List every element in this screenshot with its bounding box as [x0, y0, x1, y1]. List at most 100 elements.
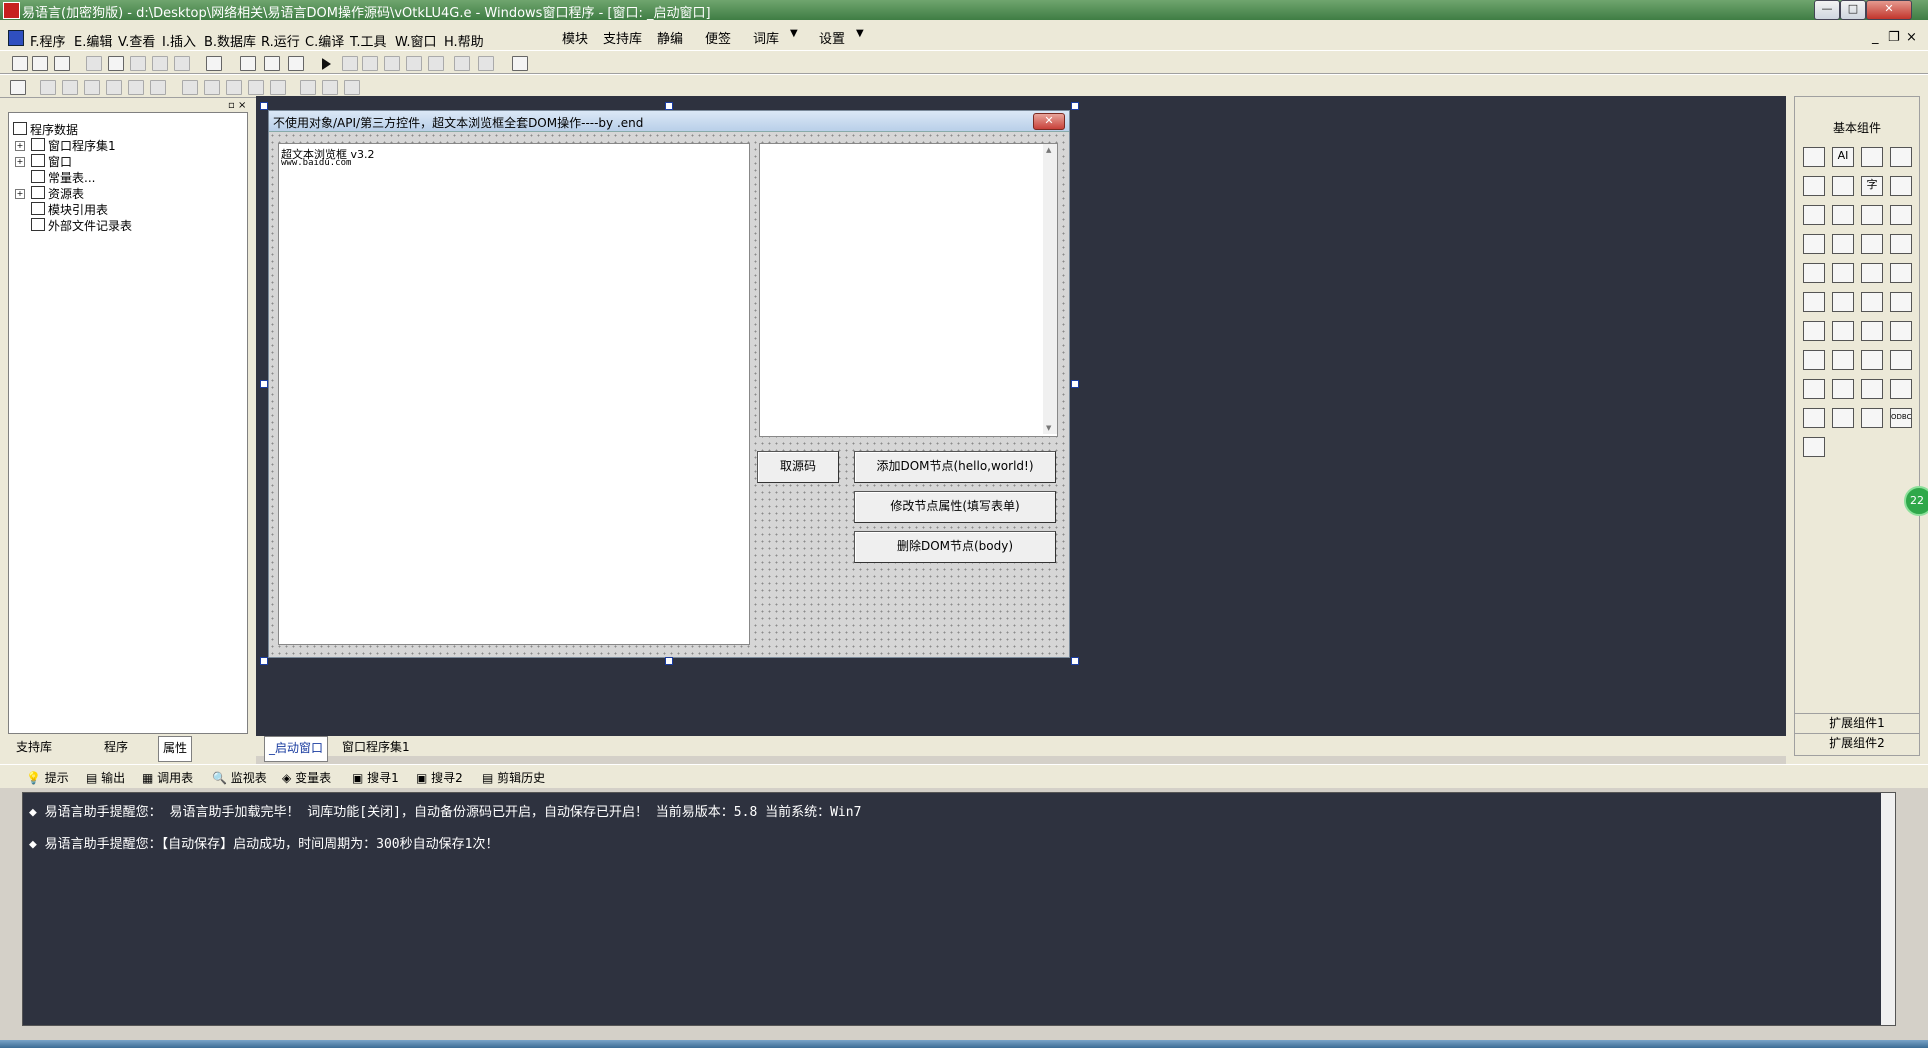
- data-source-icon[interactable]: [1803, 408, 1825, 428]
- list-icon[interactable]: [1861, 205, 1883, 225]
- combo-icon[interactable]: [1890, 205, 1912, 225]
- toolbar-icon[interactable]: [1861, 292, 1883, 312]
- edit-icon[interactable]: [1803, 176, 1825, 196]
- tab-window-set[interactable]: 窗口程序集1: [338, 736, 414, 760]
- step-out-icon[interactable]: [406, 56, 422, 71]
- resize-handle[interactable]: [260, 102, 268, 110]
- menu-run[interactable]: R.运行: [261, 31, 300, 50]
- center-both-icon[interactable]: [344, 80, 360, 95]
- align-bottom-icon[interactable]: [106, 80, 122, 95]
- chart-icon[interactable]: [1832, 379, 1854, 399]
- tab-search2[interactable]: ▣ 搜寻2: [416, 769, 463, 786]
- left-panel-controls[interactable]: ▫ ×: [228, 100, 246, 111]
- tree-item-module-refs[interactable]: 模块引用表: [31, 201, 108, 218]
- menu-tools[interactable]: T.工具: [350, 31, 387, 50]
- table-icon[interactable]: [1861, 379, 1883, 399]
- paste-icon[interactable]: [130, 56, 146, 71]
- get-source-button[interactable]: 取源码: [757, 451, 839, 483]
- hand-icon[interactable]: [478, 56, 494, 71]
- output-scrollbar[interactable]: [1881, 793, 1895, 1025]
- image-list-icon[interactable]: [1890, 263, 1912, 283]
- new-file-icon[interactable]: [12, 56, 28, 71]
- resize-handle[interactable]: [665, 102, 673, 110]
- expand-icon[interactable]: +: [15, 157, 25, 167]
- form-close-button[interactable]: ✕: [1033, 113, 1065, 130]
- menu-window[interactable]: W.窗口: [395, 31, 437, 50]
- grid-icon[interactable]: [10, 80, 26, 95]
- tab-startup-window[interactable]: _启动窗口: [264, 736, 329, 762]
- cut-icon[interactable]: [86, 56, 102, 71]
- mdi-close-button[interactable]: ×: [1906, 30, 1917, 45]
- expand-icon[interactable]: +: [15, 141, 25, 151]
- radio-icon[interactable]: [1832, 205, 1854, 225]
- toolbox-ext1[interactable]: 扩展组件1: [1795, 713, 1919, 731]
- menu-view[interactable]: V.查看: [118, 31, 155, 50]
- text-icon[interactable]: 字: [1861, 176, 1883, 196]
- layout-3-icon[interactable]: [288, 56, 304, 71]
- tab-watch[interactable]: 🔍 监视表: [212, 769, 267, 786]
- breakpoint-icon[interactable]: [454, 56, 470, 71]
- tab-search1[interactable]: ▣ 搜寻1: [352, 769, 399, 786]
- timer-icon[interactable]: [1861, 263, 1883, 283]
- scrollbar[interactable]: ▲ ▼: [1043, 144, 1057, 434]
- menu-static-compile[interactable]: 静编: [657, 28, 683, 47]
- resize-handle[interactable]: [260, 657, 268, 665]
- slider-icon[interactable]: [1803, 263, 1825, 283]
- serial-icon[interactable]: [1832, 350, 1854, 370]
- delete-dom-node-button[interactable]: 删除DOM节点(body): [854, 531, 1056, 563]
- record-icon[interactable]: [1890, 379, 1912, 399]
- add-dom-node-button[interactable]: 添加DOM节点(hello,world!): [854, 451, 1056, 483]
- find-icon[interactable]: [206, 56, 222, 71]
- tree-item-external-files[interactable]: 外部文件记录表: [31, 217, 132, 234]
- menu-thesaurus[interactable]: 词库: [753, 28, 779, 47]
- side-badge[interactable]: 22: [1904, 486, 1928, 516]
- run-icon[interactable]: [322, 58, 331, 70]
- mdi-icon[interactable]: [1803, 437, 1825, 457]
- tree-item-window[interactable]: 窗口: [31, 153, 72, 170]
- tab-icon[interactable]: [1832, 263, 1854, 283]
- pointer-icon[interactable]: [1803, 147, 1825, 167]
- dir-icon[interactable]: [1861, 408, 1883, 428]
- layout-1-icon[interactable]: [240, 56, 256, 71]
- same-width-icon[interactable]: [182, 80, 198, 95]
- thesaurus-dropdown-icon[interactable]: ▼: [790, 28, 798, 39]
- resize-handle[interactable]: [1071, 380, 1079, 388]
- checkbox-icon[interactable]: [1803, 205, 1825, 225]
- hyper-text-browser[interactable]: 超文本浏览框 v3.2 www.baidu.com: [278, 143, 750, 645]
- scroll-up-icon[interactable]: ▲: [1046, 146, 1051, 154]
- helper-icon[interactable]: [512, 56, 528, 71]
- designer-form[interactable]: 不使用对象/API/第三方控件，超文本浏览框全套DOM操作----by .end…: [268, 110, 1070, 658]
- resize-handle[interactable]: [260, 380, 268, 388]
- tab-properties[interactable]: 属性: [158, 736, 193, 762]
- menu-module[interactable]: 模块: [562, 28, 588, 47]
- grid-icon[interactable]: [1803, 292, 1825, 312]
- center-v-icon[interactable]: [322, 80, 338, 95]
- tree-item-resources[interactable]: 资源表: [31, 185, 84, 202]
- menu-compile[interactable]: C.编译: [305, 31, 344, 50]
- same-size-icon[interactable]: [226, 80, 242, 95]
- db-link-icon[interactable]: [1890, 350, 1912, 370]
- resize-handle[interactable]: [1071, 102, 1079, 110]
- menu-support-lib[interactable]: 支持库: [603, 28, 642, 47]
- modify-node-attr-button[interactable]: 修改节点属性(填写表单): [854, 491, 1056, 523]
- status-icon[interactable]: [1832, 292, 1854, 312]
- db-icon[interactable]: [1861, 350, 1883, 370]
- progress-icon[interactable]: [1890, 234, 1912, 254]
- menu-settings[interactable]: 设置: [819, 28, 845, 47]
- file-icon[interactable]: [1832, 408, 1854, 428]
- scroll-down-icon[interactable]: ▼: [1046, 424, 1051, 432]
- menu-help[interactable]: H.帮助: [444, 31, 484, 50]
- mdi-minimize-button[interactable]: _: [1872, 30, 1879, 45]
- scrollbar-v-icon[interactable]: [1861, 234, 1883, 254]
- stop-icon[interactable]: [342, 56, 358, 71]
- align-left-icon[interactable]: [40, 80, 56, 95]
- menu-notes[interactable]: 便签: [705, 28, 731, 47]
- label-icon[interactable]: AI: [1832, 147, 1854, 167]
- picture-icon[interactable]: [1861, 147, 1883, 167]
- line-icon[interactable]: [1890, 176, 1912, 196]
- same-height-icon[interactable]: [204, 80, 220, 95]
- resize-handle[interactable]: [1071, 657, 1079, 665]
- source-edit-box[interactable]: ▲ ▼: [759, 143, 1058, 437]
- step-into-icon[interactable]: [362, 56, 378, 71]
- expand-icon[interactable]: +: [15, 189, 25, 199]
